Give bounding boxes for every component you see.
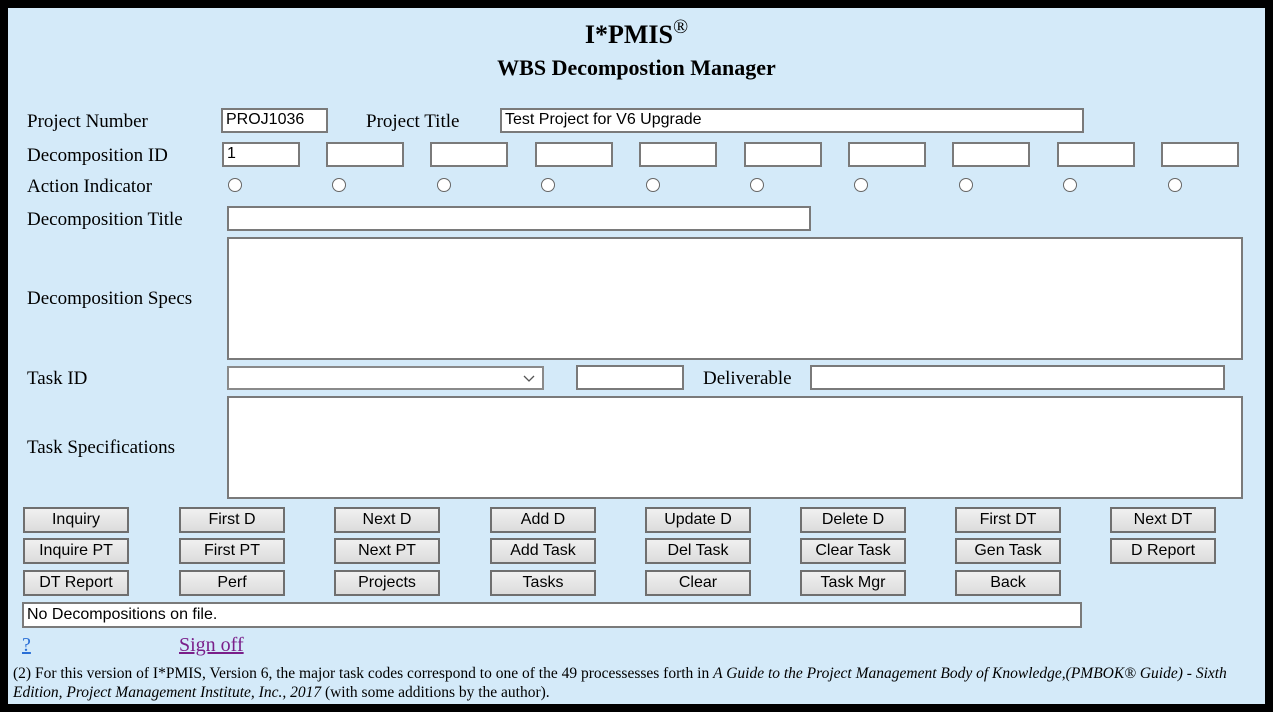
- next-d-button[interactable]: Next D: [334, 507, 440, 533]
- footnote-suffix: (with some additions by the author).: [321, 684, 550, 701]
- sign-off-link[interactable]: Sign off: [179, 634, 244, 657]
- action-indicator-radio-7[interactable]: [854, 178, 869, 192]
- next-dt-button[interactable]: Next DT: [1110, 507, 1216, 533]
- decomposition-specs-textarea[interactable]: [227, 237, 1243, 360]
- decomposition-manager-panel: I*PMIS® WBS Decompostion Manager Project…: [8, 8, 1265, 704]
- add-d-button[interactable]: Add D: [490, 507, 596, 533]
- action-indicator-radio-8[interactable]: [958, 178, 973, 192]
- decomposition-specs-label: Decomposition Specs: [27, 288, 193, 309]
- project-number-label: Project Number: [27, 111, 148, 132]
- task-specifications-label: Task Specifications: [27, 437, 175, 458]
- decomposition-id-label: Decomposition ID: [27, 145, 168, 166]
- project-number-input[interactable]: PROJ1036: [221, 108, 328, 133]
- projects-button[interactable]: Projects: [334, 570, 440, 596]
- action-indicator-radio-4[interactable]: [541, 178, 556, 192]
- dt-report-button[interactable]: DT Report: [23, 570, 129, 596]
- deliverable-input[interactable]: [810, 365, 1225, 390]
- action-indicator-radio-5[interactable]: [645, 178, 660, 192]
- d-report-button[interactable]: D Report: [1110, 538, 1216, 564]
- update-d-button[interactable]: Update D: [645, 507, 751, 533]
- next-pt-button[interactable]: Next PT: [334, 538, 440, 564]
- action-indicator-radio-10[interactable]: [1167, 178, 1182, 192]
- inquiry-button[interactable]: Inquiry: [23, 507, 129, 533]
- footnote-prefix: (2) For this version of I*PMIS, Version …: [13, 665, 714, 682]
- action-indicator-label: Action Indicator: [27, 176, 153, 197]
- decomposition-id-input-5[interactable]: [639, 142, 717, 167]
- help-link[interactable]: ?: [22, 634, 31, 657]
- decomposition-id-input-3[interactable]: [430, 142, 508, 167]
- clear-button[interactable]: Clear: [645, 570, 751, 596]
- project-title-input[interactable]: Test Project for V6 Upgrade: [500, 108, 1084, 133]
- action-indicator-radio-6[interactable]: [750, 178, 764, 192]
- task-mgr-button[interactable]: Task Mgr: [800, 570, 906, 596]
- decomposition-title-label: Decomposition Title: [27, 209, 183, 230]
- decomposition-id-input-4[interactable]: [535, 142, 613, 167]
- registered-mark: ®: [672, 16, 689, 38]
- action-indicator-radio-9[interactable]: [1063, 178, 1078, 192]
- chevron-down-icon: [523, 375, 535, 382]
- status-message: No Decompositions on file.: [22, 602, 1082, 628]
- decomposition-id-input-1[interactable]: 1: [222, 142, 300, 167]
- page-title: WBS Decompostion Manager: [497, 55, 776, 80]
- clear-task-button[interactable]: Clear Task: [800, 538, 906, 564]
- first-d-button[interactable]: First D: [179, 507, 285, 533]
- add-task-button[interactable]: Add Task: [490, 538, 596, 564]
- decomposition-id-input-10[interactable]: [1161, 142, 1239, 167]
- action-indicator-radio-1[interactable]: [228, 178, 242, 192]
- action-indicator-radio-3[interactable]: [436, 178, 451, 192]
- back-button[interactable]: Back: [955, 570, 1061, 596]
- task-specifications-textarea[interactable]: [227, 396, 1243, 499]
- footnote: (2) For this version of I*PMIS, Version …: [13, 664, 1253, 702]
- decomposition-id-input-6[interactable]: [744, 142, 822, 167]
- first-dt-button[interactable]: First DT: [955, 507, 1061, 533]
- decomposition-id-input-2[interactable]: [326, 142, 404, 167]
- delete-d-button[interactable]: Delete D: [800, 507, 906, 533]
- inquire-pt-button[interactable]: Inquire PT: [23, 538, 129, 564]
- deliverable-label: Deliverable: [703, 368, 792, 389]
- del-task-button[interactable]: Del Task: [645, 538, 751, 564]
- gen-task-button[interactable]: Gen Task: [955, 538, 1061, 564]
- action-indicator-radio-2[interactable]: [332, 178, 347, 192]
- perf-button[interactable]: Perf: [179, 570, 285, 596]
- app-title: I*PMIS®: [8, 16, 1265, 50]
- app-title-text: I*PMIS: [584, 20, 673, 49]
- project-title-label: Project Title: [366, 111, 460, 132]
- task-code-input[interactable]: [576, 365, 684, 390]
- decomposition-id-input-9[interactable]: [1057, 142, 1135, 167]
- task-id-select[interactable]: [227, 366, 544, 390]
- decomposition-id-input-8[interactable]: [952, 142, 1030, 167]
- decomposition-title-input[interactable]: [227, 206, 811, 231]
- task-id-label: Task ID: [27, 368, 88, 389]
- first-pt-button[interactable]: First PT: [179, 538, 285, 564]
- decomposition-id-input-7[interactable]: [848, 142, 926, 167]
- tasks-button[interactable]: Tasks: [490, 570, 596, 596]
